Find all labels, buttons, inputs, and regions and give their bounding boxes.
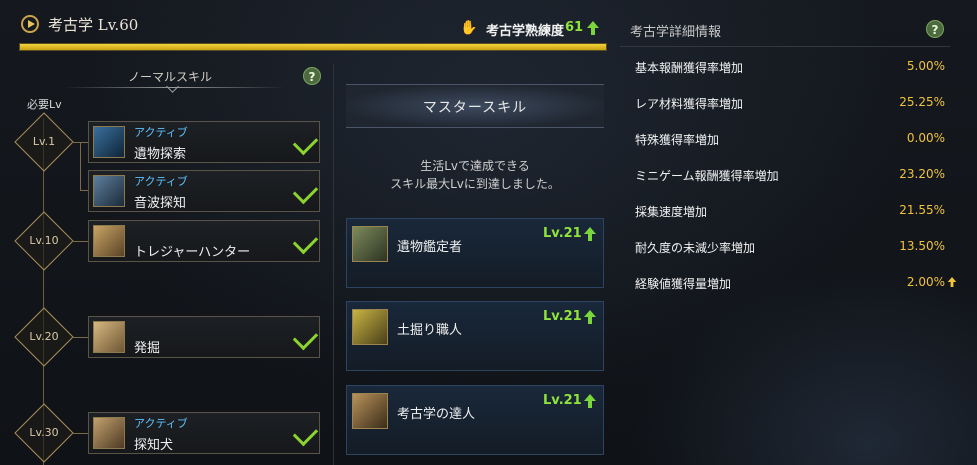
master-card-archaeology-master[interactable]: 考古学の達人 Lv.21: [346, 385, 604, 455]
required-lv-label: 必要Lv: [27, 98, 62, 111]
skill-name: 音波探知: [134, 196, 187, 211]
master-message-line: スキル最大Lvに到達しました。: [390, 177, 560, 191]
skill-card-sonar[interactable]: アクティブ 音波探知: [88, 170, 320, 212]
skill-type: アクティブ: [134, 126, 188, 139]
column-divider: [333, 64, 334, 465]
stat-value: 25.25%: [899, 95, 945, 109]
stat-label: 基本報酬獲得率増加: [635, 61, 744, 75]
stat-label: 採集速度増加: [635, 205, 708, 219]
level-label: Lv.20: [29, 330, 59, 343]
master-skill-heading: マスタースキル: [422, 100, 528, 116]
stat-label: レア材料獲得率増加: [635, 97, 744, 111]
branch-line: [72, 337, 88, 338]
master-skill-level: Lv.21: [543, 226, 582, 241]
sonar-icon: [93, 175, 125, 207]
stat-value: 13.50%: [899, 239, 945, 253]
treasure-icon: [93, 225, 125, 257]
skill-name: 探知犬: [134, 438, 174, 453]
branch-line: [80, 142, 81, 191]
stat-value: 0.00%: [906, 131, 945, 145]
skill-type: アクティブ: [134, 175, 188, 188]
help-icon[interactable]: ?: [926, 20, 944, 38]
skill-type: アクティブ: [134, 417, 188, 430]
panel-title: 考古学 Lv.60: [48, 16, 139, 34]
master-card-digger[interactable]: 土掘り職人 Lv.21: [346, 301, 604, 371]
archaeology-panel: 考古学 Lv.60 ✋ 考古学熟練度 61 ノーマルスキル ? 必要Lv Lv.…: [0, 0, 977, 465]
master-skill-name: 土掘り職人: [397, 323, 463, 338]
master-card-appraiser[interactable]: 遺物鑑定者 Lv.21: [346, 218, 604, 288]
digger-icon: [352, 309, 388, 345]
skill-card-detection-dog[interactable]: アクティブ 探知犬: [88, 412, 320, 454]
stat-value: 23.20%: [899, 167, 945, 181]
up-arrow-icon: [584, 394, 596, 408]
hand-icon: ✋: [460, 20, 478, 36]
check-icon: [292, 178, 319, 205]
master-skill-level: Lv.21: [543, 393, 582, 408]
check-icon: [292, 420, 319, 447]
check-icon: [292, 129, 319, 156]
help-icon[interactable]: ?: [303, 67, 321, 85]
level-label: Lv.1: [32, 135, 56, 148]
level-label: Lv.30: [29, 426, 59, 439]
level-label: Lv.10: [29, 234, 59, 247]
up-arrow-icon: [587, 21, 599, 35]
stat-label: 経験値獲得量増加: [635, 277, 732, 291]
detail-divider: [620, 46, 950, 47]
stat-value: 5.00%: [906, 59, 945, 73]
skill-card-relic-search[interactable]: アクティブ 遺物探索: [88, 121, 320, 163]
stat-label: 特殊獲得率増加: [635, 133, 720, 147]
archaeology-master-icon: [352, 393, 388, 429]
up-arrow-icon: [947, 277, 957, 287]
up-arrow-icon: [584, 227, 596, 241]
up-arrow-icon: [584, 310, 596, 324]
skill-name: 遺物探索: [134, 147, 187, 162]
mastery-progress-fill: [20, 44, 606, 50]
mastery-label: 考古学熟練度: [486, 24, 565, 39]
appraiser-icon: [352, 226, 388, 262]
check-icon: [292, 228, 319, 255]
master-skill-name: 考古学の達人: [397, 407, 476, 422]
skill-name: 発掘: [134, 341, 161, 356]
branch-line: [72, 241, 88, 242]
detail-heading: 考古学詳細情報: [630, 25, 722, 40]
check-icon: [292, 324, 319, 351]
stat-label: 耐久度の未減少率増加: [635, 241, 756, 255]
play-icon[interactable]: [21, 15, 39, 33]
stat-label: ミニゲーム報酬獲得率増加: [635, 169, 779, 183]
branch-line: [80, 190, 88, 191]
skill-card-treasure-hunter[interactable]: トレジャーハンター: [88, 220, 320, 262]
stat-value: 2.00%: [906, 275, 945, 289]
stat-value: 21.55%: [899, 203, 945, 217]
relic-search-icon: [93, 126, 125, 158]
mastery-value: 61: [565, 20, 584, 35]
master-message-line: 生活Lvで達成できる: [420, 159, 530, 173]
skill-card-excavation[interactable]: 発掘: [88, 316, 320, 358]
branch-line: [72, 433, 88, 434]
detection-dog-icon: [93, 417, 125, 449]
master-skill-name: 遺物鑑定者: [397, 240, 463, 255]
master-skill-message: 生活Lvで達成できる スキル最大Lvに到達しました。: [346, 157, 604, 193]
excavation-icon: [93, 321, 125, 353]
master-skill-level: Lv.21: [543, 309, 582, 324]
skill-name: トレジャーハンター: [134, 245, 251, 260]
